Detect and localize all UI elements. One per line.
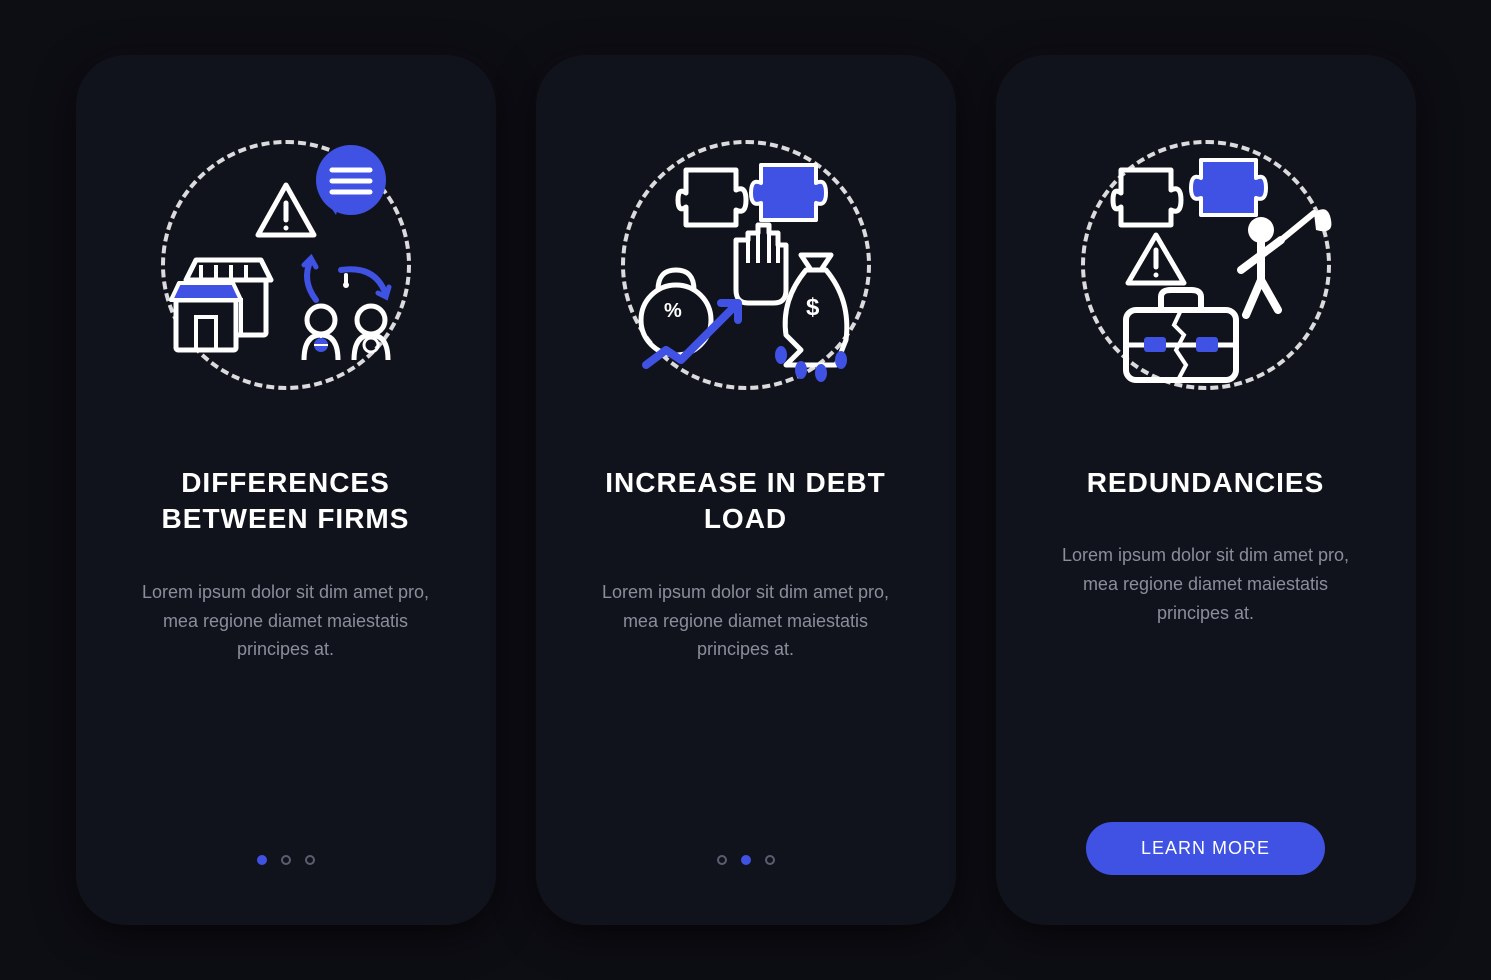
onboarding-card-2: % $ INCREASE IN DEBT LOAD Lorem ipsum do…	[536, 55, 956, 925]
onboarding-card-3: REDUNDANCIES Lorem ipsum dolor sit dim a…	[996, 55, 1416, 925]
svg-text:$: $	[806, 294, 820, 321]
firms-difference-icon	[146, 125, 426, 405]
redundancies-icon	[1066, 125, 1346, 405]
dot-1[interactable]	[717, 855, 727, 865]
card-heading: REDUNDANCIES	[1067, 465, 1345, 501]
pagination-dots	[717, 855, 775, 865]
debt-load-icon: % $	[606, 125, 886, 405]
card-body: Lorem ipsum dolor sit dim amet pro, mea …	[576, 578, 916, 664]
onboarding-card-1: DIFFERENCES BETWEEN FIRMS Lorem ipsum do…	[76, 55, 496, 925]
dot-2[interactable]	[741, 855, 751, 865]
svg-text:%: %	[664, 300, 682, 322]
card-heading: INCREASE IN DEBT LOAD	[576, 465, 916, 538]
learn-more-button[interactable]: LEARN MORE	[1086, 822, 1325, 875]
dot-2[interactable]	[281, 855, 291, 865]
card-heading: DIFFERENCES BETWEEN FIRMS	[116, 465, 456, 538]
card-body: Lorem ipsum dolor sit dim amet pro, mea …	[116, 578, 456, 664]
dot-1[interactable]	[257, 855, 267, 865]
card-body: Lorem ipsum dolor sit dim amet pro, mea …	[1036, 541, 1376, 627]
dot-3[interactable]	[765, 855, 775, 865]
dot-3[interactable]	[305, 855, 315, 865]
pagination-dots	[257, 855, 315, 865]
